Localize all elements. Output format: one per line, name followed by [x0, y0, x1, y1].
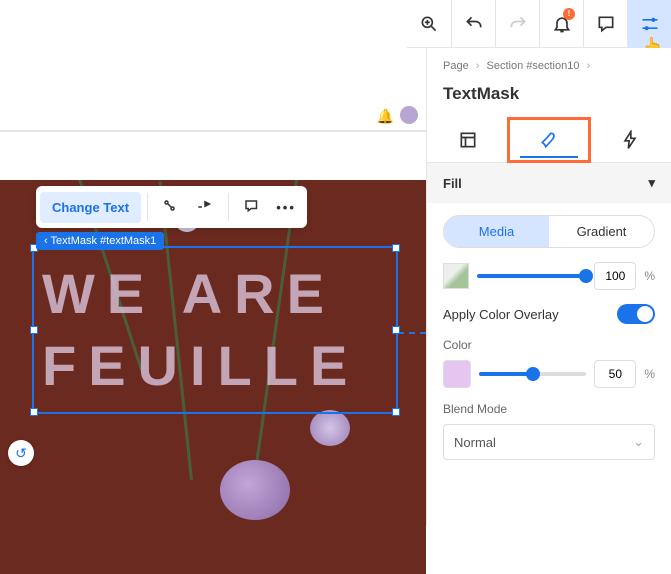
comments-button[interactable] — [583, 0, 627, 48]
color-label: Color — [443, 338, 655, 352]
percent-label: % — [644, 269, 655, 283]
fill-media-button[interactable]: Media — [444, 216, 549, 247]
chevron-down-icon: ⌄ — [633, 434, 644, 450]
overlay-toggle[interactable] — [617, 304, 655, 324]
guide-line — [398, 332, 426, 334]
properties-panel: Page › Section #section10 › TextMask Fil… — [426, 48, 671, 526]
panel-title: TextMask — [427, 80, 671, 118]
bell-icon: 🔔 — [377, 108, 394, 125]
caret-down-icon: ▾ — [648, 175, 655, 191]
fill-header-label: Fill — [443, 176, 462, 191]
properties-panel-button[interactable] — [627, 0, 671, 48]
fill-section-header[interactable]: Fill ▾ — [427, 163, 671, 203]
resize-handle[interactable] — [392, 326, 400, 334]
overlay-label: Apply Color Overlay — [443, 307, 559, 322]
divider — [147, 193, 148, 221]
element-toolbar: Change Text ••• — [36, 186, 307, 228]
crumb-section[interactable]: Section #section10 — [487, 60, 580, 72]
breadcrumb: Page › Section #section10 › — [427, 48, 671, 80]
reset-button[interactable]: ↺ — [8, 440, 34, 466]
blend-mode-label: Blend Mode — [443, 402, 655, 416]
chevron-right-icon: › — [476, 60, 480, 72]
tab-layout[interactable] — [427, 118, 508, 162]
blend-mode-value: Normal — [454, 435, 496, 450]
flower-decor — [220, 460, 290, 520]
media-opacity-slider[interactable] — [477, 274, 586, 278]
color-opacity-slider[interactable] — [479, 372, 586, 376]
fill-gradient-button[interactable]: Gradient — [549, 216, 654, 247]
element-tag[interactable]: TextMask #textMask1 — [36, 232, 164, 250]
comment-button[interactable] — [235, 190, 269, 224]
chevron-right-icon: › — [587, 60, 591, 72]
divider — [228, 193, 229, 221]
notification-badge: ! — [563, 8, 575, 20]
media-thumbnail[interactable] — [443, 263, 469, 289]
site-header-preview: 🔔 — [0, 48, 426, 132]
color-opacity-input[interactable] — [594, 360, 636, 388]
blend-mode-select[interactable]: Normal ⌄ — [443, 424, 655, 460]
resize-handle[interactable] — [392, 408, 400, 416]
crumb-page[interactable]: Page — [443, 60, 469, 72]
percent-label: % — [644, 367, 655, 381]
redo-button[interactable] — [495, 0, 539, 48]
media-opacity-input[interactable] — [594, 262, 636, 290]
resize-handle[interactable] — [392, 244, 400, 252]
notifications-button[interactable]: ! — [539, 0, 583, 48]
editor-canvas[interactable]: 🔔 Change Text ••• TextMask #textMask1 WE… — [0, 48, 426, 526]
tab-design[interactable] — [508, 118, 589, 162]
resize-handle[interactable] — [30, 408, 38, 416]
link-button[interactable] — [188, 190, 222, 224]
panel-tabs — [427, 118, 671, 163]
flower-decor — [310, 410, 350, 446]
color-swatch[interactable] — [443, 360, 471, 388]
undo-button[interactable] — [451, 0, 495, 48]
resize-handle[interactable] — [30, 326, 38, 334]
animation-button[interactable] — [154, 190, 188, 224]
fill-type-segmented: Media Gradient — [443, 215, 655, 248]
more-button[interactable]: ••• — [269, 190, 303, 224]
zoom-button[interactable] — [407, 0, 451, 48]
tab-interactions[interactable] — [590, 118, 671, 162]
change-text-button[interactable]: Change Text — [40, 192, 141, 223]
avatar — [400, 106, 418, 124]
selection-box[interactable] — [32, 246, 398, 414]
